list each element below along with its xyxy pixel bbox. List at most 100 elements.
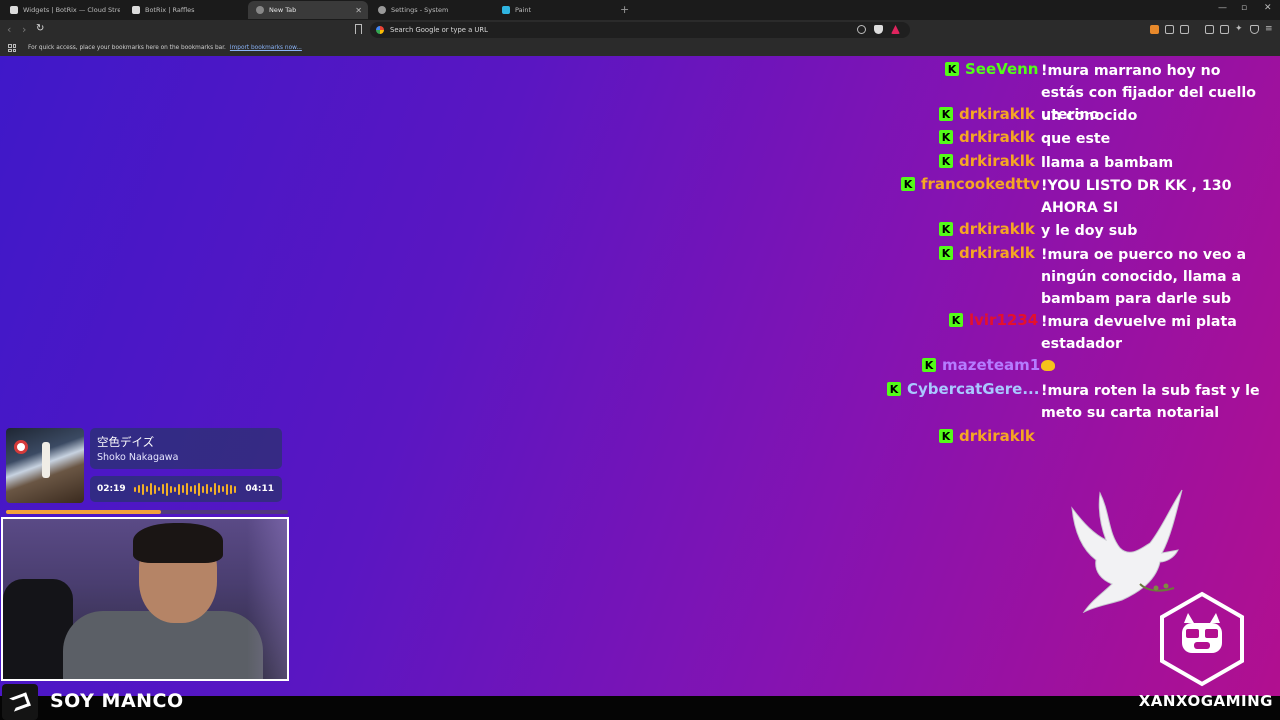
extension-icon[interactable]	[1150, 25, 1159, 34]
tab-label: Settings - System	[391, 6, 449, 14]
minimize-icon[interactable]: —	[1218, 3, 1227, 13]
botrix-icon	[132, 6, 140, 14]
waveform-bar	[174, 486, 176, 492]
chat-user: K SeeVenn	[945, 60, 1038, 78]
apps-icon[interactable]	[8, 44, 16, 52]
omnibox-actions	[857, 25, 900, 34]
streamer-body	[63, 611, 263, 679]
newtab-icon	[256, 6, 264, 14]
waveform-bar	[230, 484, 232, 494]
waveform-bar	[154, 484, 156, 494]
media-icon[interactable]	[1180, 25, 1189, 34]
kick-badge-icon: K	[945, 62, 959, 76]
omnibox[interactable]: Search Google or type a URL	[370, 22, 910, 38]
waveform-bar	[206, 484, 208, 494]
kick-badge-icon: K	[939, 429, 953, 443]
tab-label: Paint	[515, 6, 532, 14]
webcam-feed	[1, 517, 289, 681]
current-time: 02:19	[97, 484, 126, 494]
song-artist: Shoko Nakagawa	[97, 452, 179, 463]
tab-widgets[interactable]: Widgets | BotRix — Cloud Streaming	[2, 1, 120, 19]
bottom-banner	[0, 696, 1280, 720]
vpn-icon[interactable]	[1250, 25, 1259, 34]
waveform-bar	[150, 483, 152, 495]
light-glow	[247, 519, 287, 679]
waveform-bar	[210, 486, 212, 492]
message-text	[1041, 356, 1266, 378]
browser-toolbar: ‹ › ↻ Search Google or type a URL ✦ ≡	[0, 20, 1280, 40]
close-window-icon[interactable]: ✕	[1264, 3, 1272, 13]
waveform-bar	[190, 486, 192, 492]
chat-user: K drkiraklk	[939, 244, 1035, 262]
import-bookmarks-link[interactable]: Import bookmarks now...	[230, 45, 302, 51]
waveform-bar	[186, 483, 188, 495]
streamer-hair	[133, 523, 223, 563]
gear-icon	[378, 6, 386, 14]
kick-badge-icon: K	[939, 222, 953, 236]
tab-raffles[interactable]: BotRix | Raffles	[124, 1, 246, 19]
tabs-icon[interactable]	[1220, 25, 1229, 34]
chat-user: K drkiraklk	[939, 128, 1035, 146]
maximize-icon[interactable]: ▫	[1241, 3, 1247, 13]
message-text: !YOU LISTO DR KK , 130 AHORA SI	[1041, 178, 1232, 216]
message-text: que este	[1041, 131, 1111, 147]
message-text: y le doy sub	[1041, 223, 1138, 239]
zoom-icon[interactable]	[857, 25, 866, 34]
progress-track	[6, 510, 288, 514]
bookmark-icon[interactable]	[355, 24, 362, 34]
tab-paint[interactable]: Paint	[494, 1, 616, 19]
tab-new-tab[interactable]: New Tab ✕	[248, 1, 368, 19]
kick-badge-icon: K	[939, 130, 953, 144]
waveform-bar	[170, 485, 172, 493]
waveform-bar	[214, 483, 216, 495]
menu-icon[interactable]: ≡	[1265, 25, 1274, 34]
kick-badge-icon: K	[949, 313, 963, 327]
username: drkiraklk	[959, 152, 1035, 170]
kick-badge-icon: K	[939, 154, 953, 168]
playback-card: 02:19 04:11	[90, 476, 282, 502]
message-text: un conocido	[1041, 108, 1138, 124]
chat-user: K lvir1234	[949, 311, 1038, 329]
message-text: !mura devuelve mi plata estadador	[1041, 314, 1237, 352]
tab-strip: Widgets | BotRix — Cloud Streaming BotRi…	[0, 0, 1280, 20]
botrix-icon	[10, 6, 18, 14]
back-icon[interactable]: ‹	[7, 23, 11, 36]
chat-user: K francookedttv	[901, 175, 1040, 193]
warning-icon[interactable]	[891, 25, 900, 34]
chat-user: K drkiraklk	[939, 427, 1035, 445]
reload-icon[interactable]: ↻	[36, 23, 44, 34]
waveform-bar	[142, 483, 144, 495]
tab-label: New Tab	[269, 6, 297, 14]
kick-badge-icon: K	[887, 382, 901, 396]
extensions-row: ✦ ≡	[1150, 25, 1274, 34]
shield-icon[interactable]	[874, 25, 883, 34]
total-time: 04:11	[245, 484, 274, 494]
username: drkiraklk	[959, 427, 1035, 445]
song-title: 空色デイズ	[97, 435, 155, 449]
message-text: !mura oe puerco no veo a ningún conocido…	[1041, 247, 1247, 307]
waveform-bar	[222, 486, 224, 492]
ai-icon[interactable]: ✦	[1235, 25, 1244, 34]
close-icon[interactable]: ✕	[355, 6, 362, 15]
brand-logo-icon	[2, 684, 38, 720]
kick-badge-icon: K	[939, 246, 953, 260]
tab-settings[interactable]: Settings - System	[370, 1, 492, 19]
tab-label: BotRix | Raffles	[145, 6, 195, 14]
username: SeeVenn	[965, 60, 1039, 78]
waveform-bar	[138, 485, 140, 493]
new-tab-button[interactable]: +	[620, 3, 629, 16]
waveform-bar	[158, 487, 160, 491]
chat-user: K CybercatGere...	[887, 380, 1039, 398]
brand-right-text: XANXOGAMING	[1138, 692, 1273, 710]
sidebar-icon[interactable]	[1205, 25, 1214, 34]
forward-icon[interactable]: ›	[22, 23, 26, 36]
bookmarks-bar: For quick access, place your bookmarks h…	[0, 40, 1280, 56]
waveform-bar	[162, 484, 164, 494]
kick-badge-icon: K	[901, 177, 915, 191]
username: drkiraklk	[959, 220, 1035, 238]
username: francookedttv	[921, 175, 1040, 193]
chat-user: K drkiraklk	[939, 220, 1035, 238]
username: CybercatGere...	[907, 380, 1040, 398]
puzzle-icon[interactable]	[1165, 25, 1174, 34]
